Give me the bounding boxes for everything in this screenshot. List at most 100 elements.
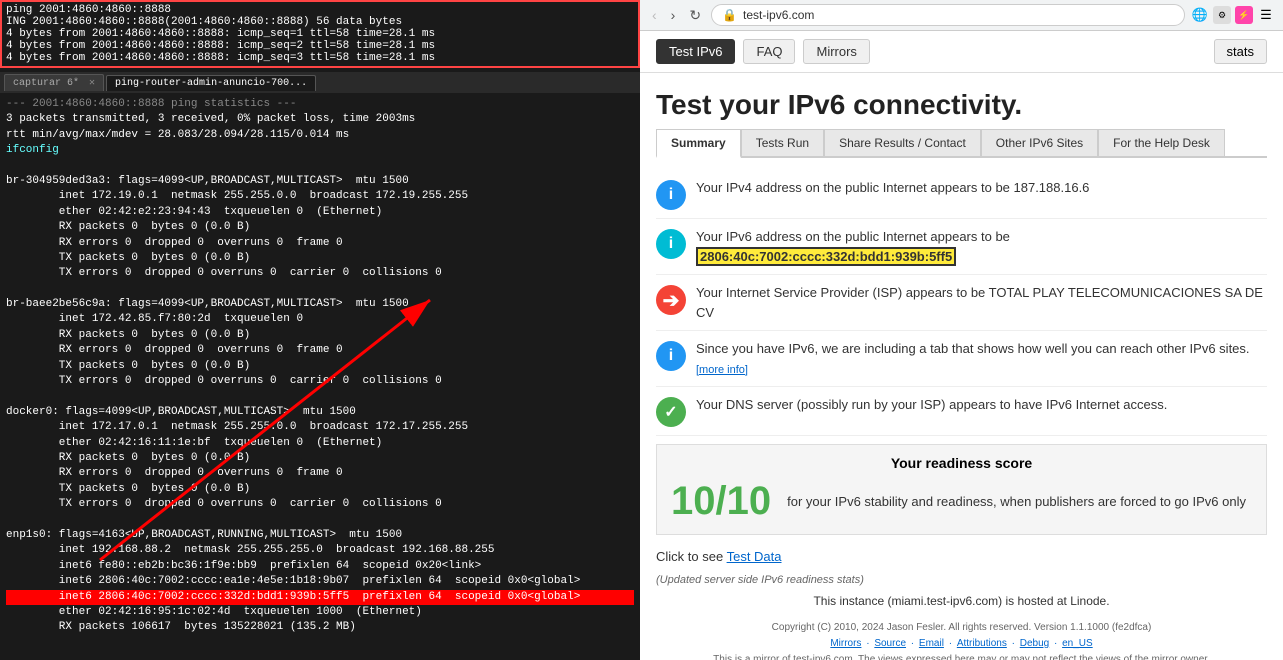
readiness-score: 10/10 [671, 479, 771, 524]
isp-info-text: Your Internet Service Provider (ISP) app… [696, 283, 1267, 322]
browser-chrome: ‹ › ↻ 🔒 test-ipv6.com 🌐 ⚙ ⚡ ☰ [640, 0, 1283, 31]
readiness-box: Your readiness score 10/10 for your IPv6… [656, 444, 1267, 535]
term-line-ifconfig: ifconfig [6, 143, 634, 158]
ping-box: ping 2001:4860:4860::8888 ING 2001:4860:… [0, 0, 640, 68]
ping-line-3: 4 bytes from 2001:4860:4860::8888: icmp_… [6, 28, 634, 40]
tab-other-ipv6[interactable]: Other IPv6 Sites [981, 129, 1098, 156]
term-line-docker-rxe: RX errors 0 dropped 0 overruns 0 frame 0 [6, 466, 634, 481]
tab-help-desk[interactable]: For the Help Desk [1098, 129, 1225, 156]
updated-text: (Updated server side IPv6 readiness stat… [640, 570, 1283, 590]
terminal-content: --- 2001:4860:4860::8888 ping statistics… [0, 93, 640, 640]
term-line-docker-txp: TX packets 0 bytes 0 (0.0 B) [6, 482, 634, 497]
info-section: i Your IPv4 address on the public Intern… [640, 170, 1283, 436]
term-line-br1-rxe: RX errors 0 dropped 0 overruns 0 frame 0 [6, 236, 634, 251]
tab-tests-run[interactable]: Tests Run [741, 129, 824, 156]
lock-icon: 🔒 [722, 8, 737, 22]
tab-share-results[interactable]: Share Results / Contact [824, 129, 981, 156]
term-line-br2: br-baee2be56c9a: flags=4099<UP,BROADCAST… [6, 297, 634, 312]
term-line-rtt: rtt min/avg/max/mdev = 28.083/28.094/28.… [6, 128, 634, 143]
forward-button[interactable]: › [667, 5, 680, 25]
more-info-link[interactable]: [more info] [696, 364, 748, 376]
term-line-enp-inet6-3-highlighted: inet6 2806:40c:7002:cccc:332d:bdd1:939b:… [6, 590, 634, 605]
footer-link-mirrors[interactable]: Mirrors [830, 638, 861, 649]
term-line-enp: enp1s0: flags=4163<UP,BROADCAST,RUNNING,… [6, 528, 634, 543]
test-data-link[interactable]: Test Data [727, 549, 782, 564]
term-line-br1: br-304959ded3a3: flags=4099<UP,BROADCAST… [6, 174, 634, 189]
stats-button[interactable]: stats [1214, 39, 1267, 64]
footer-link-attributions[interactable]: Attributions [957, 638, 1007, 649]
term-line-docker: docker0: flags=4099<UP,BROADCAST,MULTICA… [6, 405, 634, 420]
ping-line-4: 4 bytes from 2001:4860:4860::8888: icmp_… [6, 40, 634, 52]
term-line-enp-inet6-2: inet6 2806:40c:7002:cccc:ea1e:4e5e:1b18:… [6, 574, 634, 589]
isp-info-item: ➔ Your Internet Service Provider (ISP) a… [656, 275, 1267, 331]
address-bar[interactable]: 🔒 test-ipv6.com [711, 4, 1185, 26]
terminal-tab-2[interactable]: ping-router-admin-anuncio-700... [106, 75, 316, 91]
website-content: Test IPv6 FAQ Mirrors stats Test your IP… [640, 31, 1283, 660]
isp-arrow-icon: ➔ [656, 285, 686, 315]
test-data-section: Click to see Test Data [640, 543, 1283, 570]
translate-icon[interactable]: 🌐 [1191, 6, 1209, 24]
test-data-prefix: Click to see [656, 549, 723, 564]
hosted-text: This instance (miami.test-ipv6.com) is h… [640, 590, 1283, 612]
term-line-enp-ether: ether 02:42:16:95:1c:02:4d txqueuelen 10… [6, 605, 634, 620]
close-icon[interactable]: ✕ [89, 78, 95, 89]
dns-info-text: Your DNS server (possibly run by your IS… [696, 395, 1167, 415]
hosted-label: This instance (miami.test-ipv6.com) is h… [813, 594, 1109, 608]
ipv6-info-text: Your IPv6 address on the public Internet… [696, 227, 1010, 266]
ext-icon-1[interactable]: ⚙ [1213, 6, 1231, 24]
site-nav: Test IPv6 FAQ Mirrors stats [640, 31, 1283, 73]
term-line-docker-txe: TX errors 0 dropped 0 overruns 0 carrier… [6, 497, 634, 512]
ext-icon-2[interactable]: ⚡ [1235, 6, 1253, 24]
ipv6-address-highlighted: 2806:40c:7002:cccc:332d:bdd1:939b:5ff5 [696, 247, 956, 266]
browser-panel: ‹ › ↻ 🔒 test-ipv6.com 🌐 ⚙ ⚡ ☰ Test IPv6 … [640, 0, 1283, 660]
footer-link-debug[interactable]: Debug [1020, 638, 1049, 649]
info-tabs: Summary Tests Run Share Results / Contac… [656, 129, 1267, 158]
term-line-br1-inet: inet 172.19.0.1 netmask 255.255.0.0 broa… [6, 189, 634, 204]
nav-faq[interactable]: FAQ [743, 39, 795, 64]
dns-info-item: ✓ Your DNS server (possibly run by your … [656, 387, 1267, 436]
moreinfo-text: Since you have IPv6, we are including a … [696, 339, 1267, 378]
term-line-enp-rxp: RX packets 106617 bytes 135228021 (135.2… [6, 620, 634, 635]
term-line-enp-inet6-1: inet6 fe80::eb2b:bc36:1f9e:bb9 prefixlen… [6, 559, 634, 574]
term-line-packets: 3 packets transmitted, 3 received, 0% pa… [6, 112, 634, 127]
site-nav-left: Test IPv6 FAQ Mirrors [656, 39, 870, 64]
term-line-br1-ether: ether 02:42:e2:23:94:43 txqueuelen 0 (Et… [6, 205, 634, 220]
ipv4-text: Your IPv4 address on the public Internet… [696, 180, 1089, 195]
term-line-br1-txe: TX errors 0 dropped 0 overruns 0 carrier… [6, 266, 634, 281]
moreinfo-icon: i [656, 341, 686, 371]
ipv4-info-item: i Your IPv4 address on the public Intern… [656, 170, 1267, 219]
term-line-br2-rxp: RX packets 0 bytes 0 (0.0 B) [6, 328, 634, 343]
footer-link-lang[interactable]: en_US [1062, 638, 1093, 649]
footer-link-source[interactable]: Source [874, 638, 906, 649]
ping-line-1: ping 2001:4860:4860::8888 [6, 4, 634, 16]
footer-link-email[interactable]: Email [919, 638, 944, 649]
mirror-note: This is a mirror of test-ipv6.com. The v… [656, 652, 1267, 660]
readiness-content: 10/10 for your IPv6 stability and readin… [671, 479, 1252, 524]
ipv6-text-before: Your IPv6 address on the public Internet… [696, 229, 1010, 244]
term-line-docker-inet: inet 172.17.0.1 netmask 255.255.0.0 broa… [6, 420, 634, 435]
ipv4-info-icon: i [656, 180, 686, 210]
ext-icon-3[interactable]: ☰ [1257, 6, 1275, 24]
refresh-button[interactable]: ↻ [685, 5, 705, 26]
readiness-title: Your readiness score [671, 455, 1252, 471]
nav-test-ipv6[interactable]: Test IPv6 [656, 39, 735, 64]
ping-line-2: ING 2001:4860:4860::8888(2001:4860:4860:… [6, 16, 634, 28]
footer-links: Mirrors · Source · Email · Attributions … [656, 636, 1267, 652]
term-line-empty-4 [6, 513, 634, 528]
dns-check-icon: ✓ [656, 397, 686, 427]
term-line-enp-inet: inet 192.168.88.2 netmask 255.255.255.0 … [6, 543, 634, 558]
copyright-text: Copyright (C) 2010, 2024 Jason Fesler. A… [656, 620, 1267, 636]
browser-toolbar-icons: 🌐 ⚙ ⚡ ☰ [1191, 6, 1275, 24]
term-line-empty-2 [6, 282, 634, 297]
terminal-tab-1[interactable]: capturar 6* ✕ [4, 74, 104, 91]
ping-line-5: 4 bytes from 2001:4860:4860::8888: icmp_… [6, 52, 634, 64]
tab-summary[interactable]: Summary [656, 129, 741, 158]
terminal-panel: ping 2001:4860:4860::8888 ING 2001:4860:… [0, 0, 640, 660]
back-button[interactable]: ‹ [648, 5, 661, 25]
term-line-br2-inet: inet 172.42.85.f7:80:2d txqueuelen 0 [6, 312, 634, 327]
nav-mirrors[interactable]: Mirrors [803, 39, 869, 64]
term-line-empty-3 [6, 389, 634, 404]
term-line-docker-ether: ether 02:42:16:11:1e:bf txqueuelen 0 (Et… [6, 436, 634, 451]
term-line-br2-rxe: RX errors 0 dropped 0 overruns 0 frame 0 [6, 343, 634, 358]
moreinfo-main: Since you have IPv6, we are including a … [696, 341, 1250, 356]
